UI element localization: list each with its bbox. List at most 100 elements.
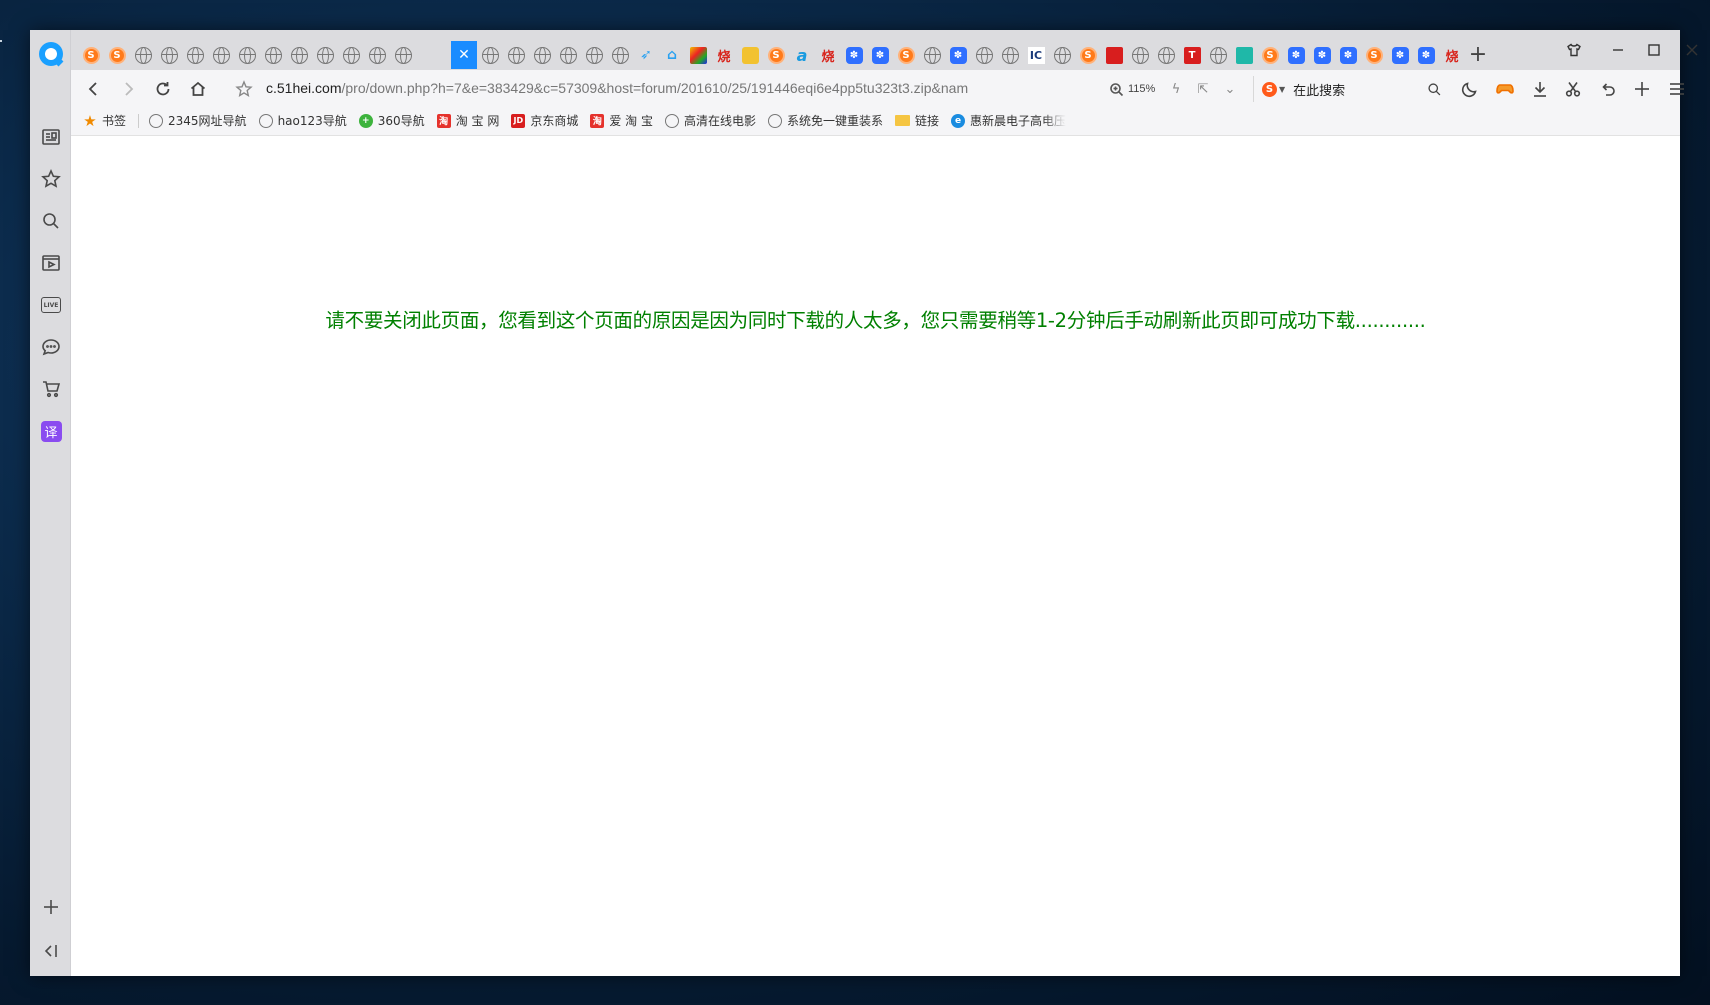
search-icon[interactable] xyxy=(38,208,64,234)
night-mode-moon-icon[interactable] xyxy=(1456,76,1484,102)
tab[interactable] xyxy=(971,42,997,68)
caret-down-icon[interactable]: ▼ xyxy=(1279,85,1285,94)
tab[interactable]: ➶ xyxy=(633,42,659,68)
tab[interactable] xyxy=(1101,42,1127,68)
forward-button[interactable] xyxy=(115,76,141,102)
tab[interactable]: S xyxy=(763,42,789,68)
bookmark-item[interactable]: 淘 爱 淘 宝 xyxy=(590,112,653,129)
tab[interactable] xyxy=(364,42,390,68)
tab[interactable]: S xyxy=(104,42,130,68)
tab[interactable]: S xyxy=(78,42,104,68)
new-tab-button[interactable]: + xyxy=(1466,42,1490,67)
chevron-down-icon[interactable]: ⌄ xyxy=(1219,77,1241,101)
menu-hamburger-icon[interactable] xyxy=(1663,76,1691,102)
tab[interactable] xyxy=(1205,42,1231,68)
tab[interactable] xyxy=(182,42,208,68)
tab-active[interactable]: ✕ xyxy=(451,41,477,69)
reader-icon[interactable] xyxy=(38,124,64,150)
share-icon[interactable]: ⇱ xyxy=(1192,77,1214,101)
tab[interactable] xyxy=(338,42,364,68)
tab[interactable]: ✽ xyxy=(867,42,893,68)
tab[interactable] xyxy=(260,42,286,68)
tab[interactable]: ✽ xyxy=(1387,42,1413,68)
tab[interactable]: ✽ xyxy=(1413,42,1439,68)
tab[interactable] xyxy=(1049,42,1075,68)
bookmark-item[interactable]: JD 京东商城 xyxy=(511,112,578,129)
add-icon[interactable] xyxy=(1628,76,1656,102)
tab[interactable] xyxy=(555,42,581,68)
shopping-cart-icon[interactable] xyxy=(38,376,64,402)
maximize-button[interactable] xyxy=(1637,38,1671,62)
tab[interactable] xyxy=(737,42,763,68)
minimize-button[interactable] xyxy=(1601,38,1635,62)
bookmark-folder[interactable]: 链接 xyxy=(895,112,939,129)
tab[interactable]: ✽ xyxy=(1309,42,1335,68)
screenshot-scissors-icon[interactable] xyxy=(1559,76,1587,102)
translate-icon[interactable]: 译 xyxy=(38,418,64,444)
tab[interactable]: a xyxy=(789,42,815,68)
refresh-button[interactable] xyxy=(150,76,176,102)
bookmark-item[interactable]: 系统免一键重装系 xyxy=(768,112,883,129)
bookmark-item[interactable]: hao123导航 xyxy=(258,112,347,129)
tab[interactable] xyxy=(581,42,607,68)
tab[interactable]: IC xyxy=(1023,42,1049,68)
tab[interactable] xyxy=(919,42,945,68)
bookmark-item[interactable]: 淘 淘 宝 网 xyxy=(436,112,499,129)
tab[interactable] xyxy=(390,42,416,68)
tab[interactable] xyxy=(208,42,234,68)
tab[interactable] xyxy=(312,42,338,68)
tab[interactable] xyxy=(1153,42,1179,68)
add-sidebar-icon[interactable] xyxy=(38,894,64,920)
chat-icon[interactable] xyxy=(38,334,64,360)
close-window-button[interactable] xyxy=(1675,38,1709,62)
close-tab-icon[interactable]: ✕ xyxy=(458,47,470,63)
tab[interactable]: S xyxy=(1257,42,1283,68)
bookmark-item[interactable]: 2345网址导航 xyxy=(149,112,247,129)
bookmark-item[interactable]: 高清在线电影 xyxy=(664,112,756,129)
bookmark-item-bookmarks[interactable]: ★ 书签 xyxy=(83,112,126,130)
tab[interactable]: ✽ xyxy=(1283,42,1309,68)
tab[interactable] xyxy=(503,42,529,68)
tab[interactable]: ✽ xyxy=(841,42,867,68)
search-submit-icon[interactable] xyxy=(1420,76,1448,102)
tab[interactable]: ⌂ xyxy=(659,42,685,68)
bookmark-item[interactable]: e 惠新晨电子高电压 xyxy=(951,112,1066,129)
bookmark-star-icon[interactable] xyxy=(231,76,257,102)
skin-shirt-icon[interactable] xyxy=(1557,38,1591,62)
tab[interactable]: 烧 xyxy=(815,42,841,68)
tab[interactable] xyxy=(156,42,182,68)
address-bar[interactable]: c.51hei.com/pro/down.php?h=7&e=383429&c=… xyxy=(266,74,1096,102)
download-icon[interactable] xyxy=(1526,76,1554,102)
undo-close-icon[interactable] xyxy=(1594,76,1622,102)
favorites-star-icon[interactable] xyxy=(38,166,64,192)
video-icon[interactable] xyxy=(38,250,64,276)
collapse-sidebar-icon[interactable] xyxy=(38,938,64,964)
tab[interactable]: S xyxy=(893,42,919,68)
tab[interactable] xyxy=(234,42,260,68)
tab[interactable]: 烧 xyxy=(711,42,737,68)
live-icon[interactable]: LIVE xyxy=(38,292,64,318)
tab[interactable] xyxy=(529,42,555,68)
tab[interactable] xyxy=(477,42,503,68)
tab[interactable]: 烧 xyxy=(1439,42,1465,68)
home-button[interactable] xyxy=(185,76,211,102)
tab[interactable] xyxy=(607,42,633,68)
tab[interactable] xyxy=(286,42,312,68)
lightning-icon[interactable]: ϟ xyxy=(1165,77,1187,101)
tab[interactable] xyxy=(1127,42,1153,68)
zoom-indicator[interactable]: 115% xyxy=(1109,76,1155,102)
tab[interactable] xyxy=(1231,42,1257,68)
tab[interactable] xyxy=(997,42,1023,68)
game-controller-icon[interactable] xyxy=(1491,76,1519,102)
tab[interactable]: ✽ xyxy=(1335,42,1361,68)
bookmark-item[interactable]: + 360导航 xyxy=(358,112,425,129)
back-button[interactable] xyxy=(81,76,107,102)
tab[interactable] xyxy=(130,42,156,68)
tab[interactable]: T xyxy=(1179,42,1205,68)
tab[interactable]: S xyxy=(1361,42,1387,68)
tab[interactable]: S xyxy=(1075,42,1101,68)
browser-logo-icon[interactable] xyxy=(39,42,63,66)
tab[interactable]: ✽ xyxy=(945,42,971,68)
tab[interactable] xyxy=(685,42,711,68)
sogou-search-engine-icon[interactable]: S xyxy=(1262,81,1277,97)
